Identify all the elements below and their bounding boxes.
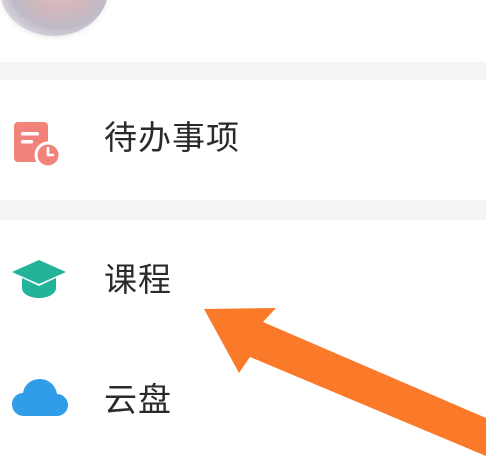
avatar[interactable] (0, 0, 108, 36)
menu-item-label: 待办事项 (104, 118, 240, 157)
menu-item-todo[interactable]: 待办事项 (0, 80, 486, 200)
section-divider (0, 62, 486, 80)
todo-calendar-icon (12, 120, 62, 169)
cloud-icon (10, 376, 68, 420)
menu-item-label: 云盘 (104, 380, 172, 419)
graduation-cap-icon (10, 258, 66, 302)
menu-item-label: 课程 (104, 260, 172, 299)
menu-item-course[interactable]: 课程 (0, 220, 486, 340)
section-divider (0, 200, 486, 220)
menu-item-cloud-drive[interactable]: 云盘 (0, 340, 486, 465)
profile-menu-screen: 待办事项 课程 云盘 (0, 0, 486, 465)
profile-header (0, 0, 486, 62)
